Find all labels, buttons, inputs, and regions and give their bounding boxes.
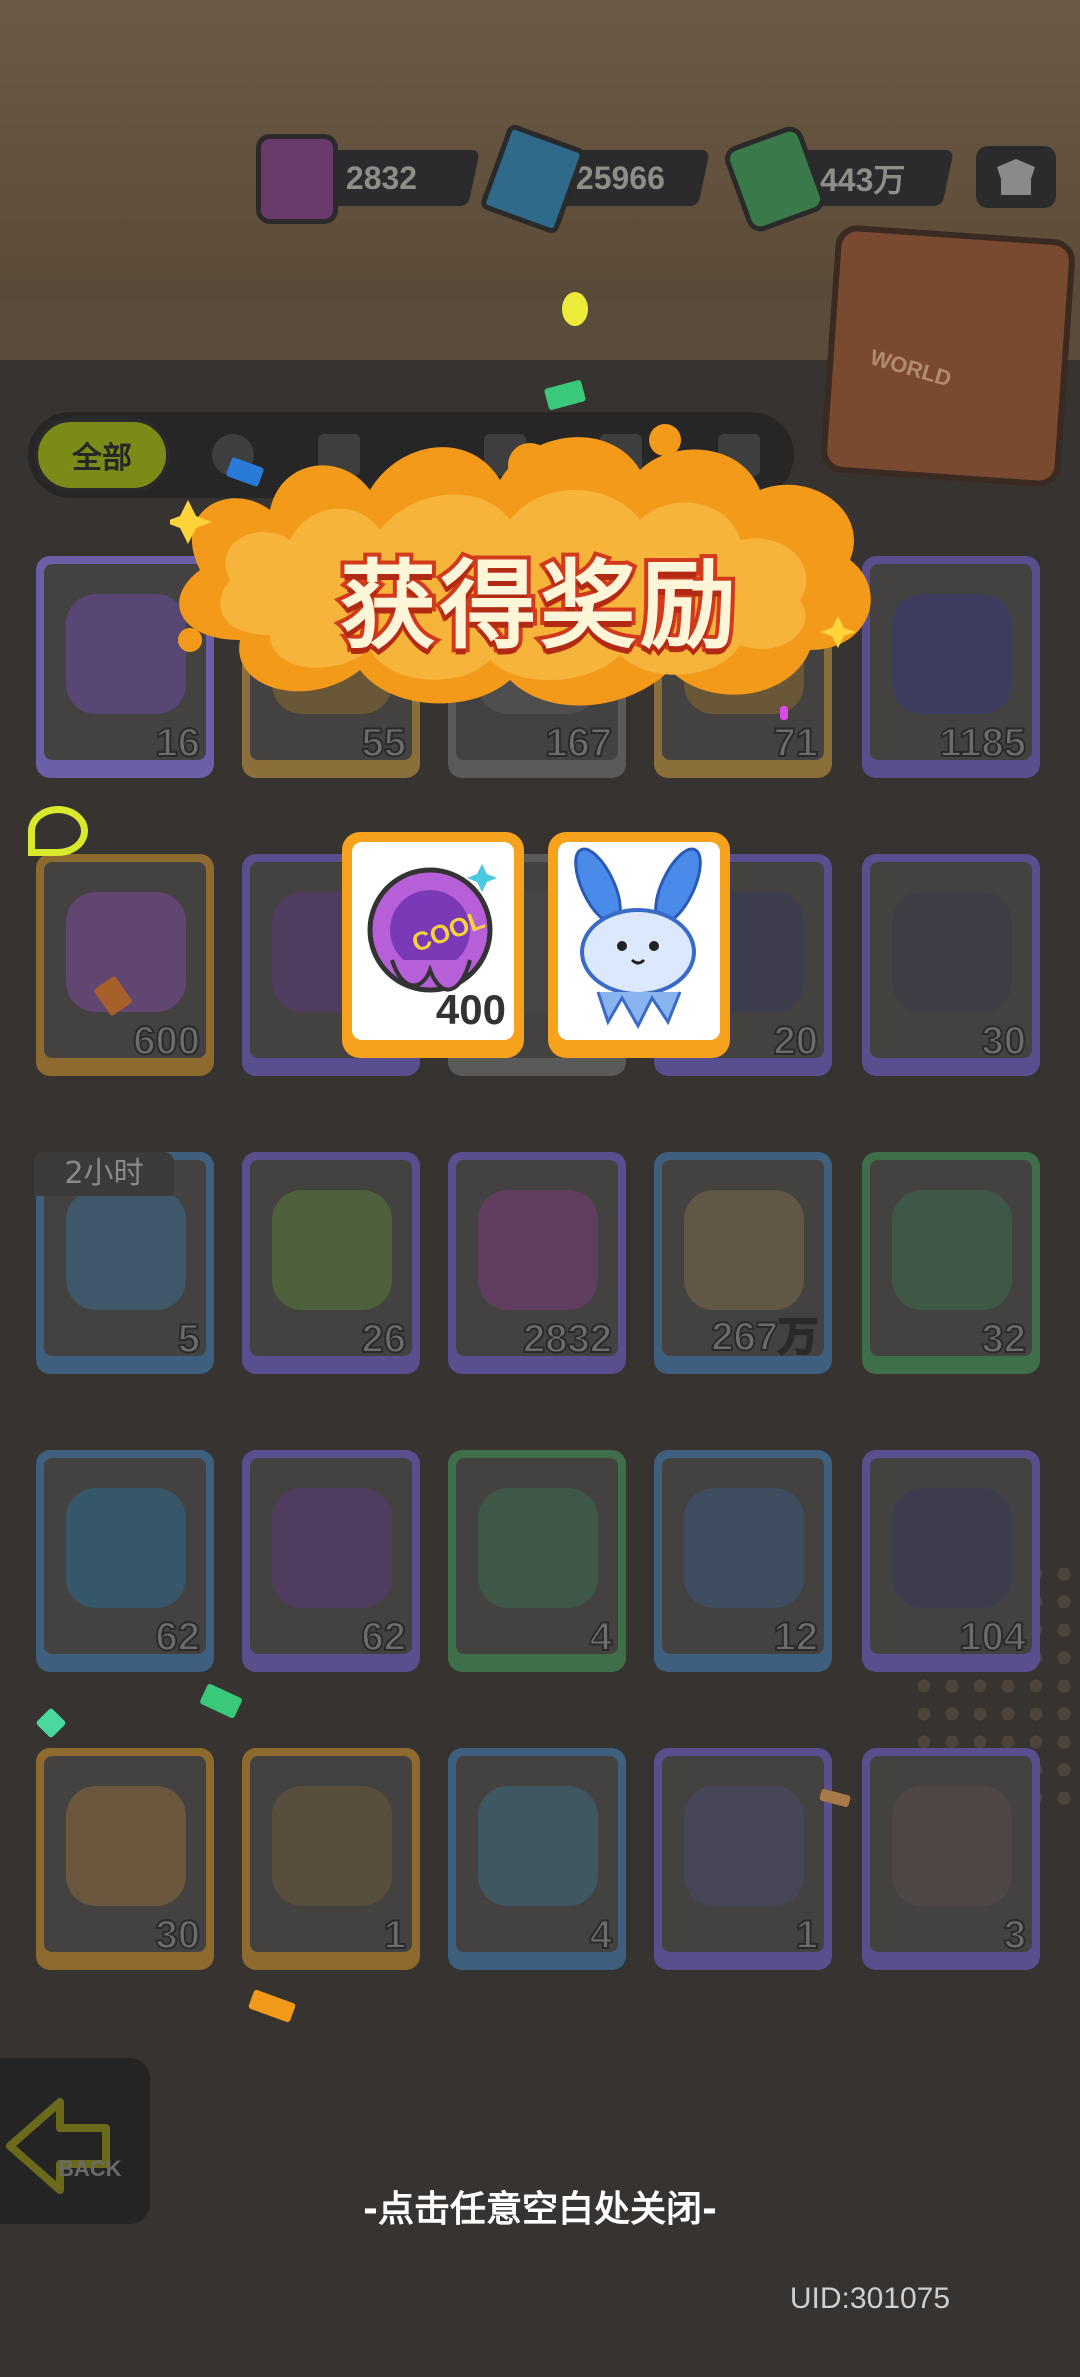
world-label: WORLD — [867, 344, 955, 392]
item-count: 5 — [177, 1316, 201, 1362]
confetti — [780, 706, 788, 720]
item-count: 32 — [981, 1316, 1027, 1362]
item-icon — [892, 1190, 1012, 1310]
item-icon — [66, 1786, 186, 1906]
inventory-item[interactable]: 1185 — [862, 556, 1040, 778]
item-count: 1185 — [938, 720, 1027, 766]
inventory-item[interactable]: 1 — [242, 1748, 420, 1970]
inventory-item[interactable]: 62 — [36, 1450, 214, 1672]
item-count: 26 — [361, 1316, 407, 1362]
reward-item-cool-badge[interactable]: COOL 400 — [342, 832, 524, 1058]
inventory-item[interactable]: 600 — [36, 854, 214, 1076]
item-icon — [272, 1786, 392, 1906]
reward-title: 获得奖励 — [336, 546, 740, 666]
tab-all[interactable]: 全部 — [34, 418, 170, 492]
reward-item-blue-creature[interactable] — [548, 832, 730, 1058]
inventory-item[interactable]: 30 — [36, 1748, 214, 1970]
timer-badge: 2小时 — [34, 1152, 174, 1196]
item-count: 30 — [981, 1018, 1027, 1064]
item-count: 16 — [155, 720, 201, 766]
inventory-item[interactable]: 26 — [242, 1152, 420, 1374]
item-icon — [892, 1488, 1012, 1608]
user-id: UID:301075 — [789, 2282, 950, 2315]
inventory-item[interactable]: 4 — [448, 1450, 626, 1672]
close-hint: -点击任意空白处关闭- — [363, 2189, 717, 2230]
item-icon — [66, 1488, 186, 1608]
item-count: 3 — [1003, 1912, 1027, 1958]
item-count: 62 — [361, 1614, 407, 1660]
item-count: 4 — [589, 1912, 613, 1958]
item-icon — [478, 1190, 598, 1310]
item-count: 2832 — [522, 1316, 613, 1362]
item-icon — [684, 1488, 804, 1608]
inventory-item[interactable]: 62 — [242, 1450, 420, 1672]
inventory-item[interactable]: 30 — [862, 854, 1040, 1076]
inventory-item[interactable]: 2832 — [448, 1152, 626, 1374]
item-count: 30 — [155, 1912, 201, 1958]
inventory-item[interactable]: 1 — [654, 1748, 832, 1970]
blue-creature-icon — [574, 847, 702, 1030]
item-count: 267万 — [710, 1314, 819, 1360]
inventory-item[interactable]: 12 — [654, 1450, 832, 1672]
reward-qty: 400 — [434, 985, 507, 1035]
inventory-item[interactable]: 32 — [862, 1152, 1040, 1374]
item-count: 71 — [773, 720, 819, 766]
item-icon — [892, 594, 1012, 714]
item-count: 4 — [589, 1614, 613, 1660]
item-count: 600 — [132, 1018, 201, 1064]
item-icon — [66, 1190, 186, 1310]
inventory-item[interactable]: 267万 — [654, 1152, 832, 1374]
item-count: 1 — [383, 1912, 407, 1958]
confetti — [28, 806, 88, 856]
item-count: 12 — [773, 1614, 819, 1660]
item-icon — [684, 1786, 804, 1906]
item-icon — [892, 1786, 1012, 1906]
store-icon — [997, 159, 1035, 195]
item-icon — [684, 1190, 804, 1310]
item-count: 167 — [544, 720, 613, 766]
item-count: 20 — [773, 1018, 819, 1064]
spray-can-icon — [256, 134, 338, 224]
inventory-item[interactable]: 4 — [448, 1748, 626, 1970]
item-icon — [478, 1488, 598, 1608]
item-count: 55 — [361, 720, 407, 766]
item-count: 104 — [958, 1614, 1027, 1660]
inventory-item[interactable]: 3 — [862, 1748, 1040, 1970]
item-icon — [272, 1190, 392, 1310]
item-icon — [892, 892, 1012, 1012]
item-icon — [272, 1488, 392, 1608]
item-icon — [478, 1786, 598, 1906]
store-button[interactable] — [976, 146, 1056, 208]
inventory-item[interactable]: 104 — [862, 1450, 1040, 1672]
item-icon — [66, 594, 186, 714]
back-label: BACK — [58, 2156, 122, 2181]
item-count: 1 — [795, 1912, 819, 1958]
item-count: 62 — [155, 1614, 201, 1660]
confetti — [562, 292, 588, 326]
